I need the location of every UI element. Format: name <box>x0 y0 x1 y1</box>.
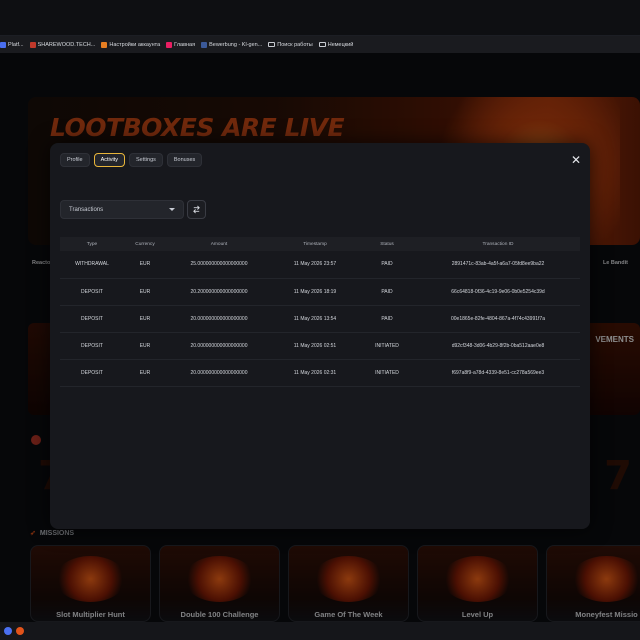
page-icon <box>101 41 108 48</box>
header-amount: Amount <box>210 241 228 247</box>
cell-amount: 25.000000000000000000 <box>166 251 272 279</box>
activity-type-select[interactable]: Transactions <box>60 200 184 219</box>
cell-transaction-id: f697a8f9-a78d-4339-8e51-cc278a569ee3 <box>416 359 580 387</box>
sort-button[interactable] <box>187 200 206 219</box>
transactions-table: Type Currency Amount Timestamp Status Tr… <box>60 237 580 387</box>
header-timestamp: Timestamp <box>303 241 327 247</box>
browser-titlebar <box>0 0 640 36</box>
cell-timestamp: 11 May 2026 18:19 <box>272 278 358 306</box>
folder-icon <box>268 42 276 47</box>
cell-transaction-id: 00e1865e-82fe-4804-867a-4f74c43991f7a <box>416 305 580 333</box>
bookmarks-bar: Platf... SHAREWOOD.TECH... Настройки акк… <box>0 36 640 53</box>
table-row: DEPOSIT EUR 20.200000000000000000 11 May… <box>60 278 580 306</box>
bookmark-label: Bewerbung - Kl-gen... <box>209 41 263 48</box>
swap-icon <box>193 205 200 214</box>
table-header-row: Type Currency Amount Timestamp Status Tr… <box>60 237 580 251</box>
cell-currency: EUR <box>124 251 166 279</box>
cell-transaction-id: d92cf348-3d06-4b29-8f2b-0ba512aae0e8 <box>416 332 580 360</box>
cell-timestamp: 11 May 2026 02:51 <box>272 332 358 360</box>
page-icon <box>29 41 36 48</box>
header-type: Type <box>86 241 98 247</box>
tab-settings[interactable]: Settings <box>129 153 163 167</box>
cell-type: DEPOSIT <box>60 305 124 333</box>
table-row: DEPOSIT EUR 20.000000000000000000 11 May… <box>60 305 580 333</box>
cell-timestamp: 11 May 2026 02:31 <box>272 359 358 387</box>
cell-currency: EUR <box>124 332 166 360</box>
taskbar <box>0 622 640 640</box>
bookmark-5[interactable]: Bewerbung - Kl-gen... <box>201 41 263 48</box>
cell-status: PAID <box>358 251 416 279</box>
bookmark-label: SHAREWOOD.TECH... <box>37 41 96 48</box>
cell-status: PAID <box>358 278 416 306</box>
bookmark-label: Немецкий <box>327 41 354 48</box>
close-icon[interactable]: ✕ <box>570 154 582 166</box>
cell-type: DEPOSIT <box>60 332 124 360</box>
cell-amount: 20.000000000000000000 <box>166 332 272 360</box>
cell-type: DEPOSIT <box>60 359 124 387</box>
bookmark-2[interactable]: SHAREWOOD.TECH... <box>29 41 96 48</box>
select-value: Transactions <box>69 206 104 213</box>
cell-timestamp: 11 May 2026 23:57 <box>272 251 358 279</box>
cell-status: INITIATED <box>358 359 416 387</box>
cell-amount: 20.000000000000000000 <box>166 305 272 333</box>
page-icon <box>201 41 208 48</box>
header-currency: Currency <box>135 241 155 247</box>
cell-transaction-id: 2891471c-83ab-4a5f-a6a7-05fd8ee9ba22 <box>416 251 580 279</box>
table-row: WITHDRAWAL EUR 25.000000000000000000 11 … <box>60 251 580 279</box>
bookmark-3[interactable]: Настройки аккаунта <box>101 41 161 48</box>
cell-type: WITHDRAWAL <box>60 251 124 279</box>
app-icon[interactable] <box>4 627 12 635</box>
table-row: DEPOSIT EUR 20.000000000000000000 11 May… <box>60 359 580 387</box>
tab-activity[interactable]: Activity <box>93 153 126 167</box>
bookmark-folder-1[interactable]: Поиск работы <box>268 41 313 48</box>
tab-bonuses[interactable]: Bonuses <box>166 153 203 167</box>
chevron-down-icon <box>169 208 175 211</box>
app-icon[interactable] <box>16 627 24 635</box>
cell-status: INITIATED <box>358 332 416 360</box>
cell-timestamp: 11 May 2026 13:54 <box>272 305 358 333</box>
bookmark-label: Главная <box>174 41 196 48</box>
tab-profile[interactable]: Profile <box>60 153 90 167</box>
cell-transaction-id: 66c64818-0f36-4c19-9e06-0b0e5254c39d <box>416 278 580 306</box>
modal-tabs: Profile Activity Settings Bonuses <box>60 153 203 167</box>
page-icon <box>166 41 173 48</box>
bookmark-label: Platf... <box>8 41 24 48</box>
bookmark-label: Поиск работы <box>277 41 313 48</box>
cell-amount: 20.200000000000000000 <box>166 278 272 306</box>
account-modal: Profile Activity Settings Bonuses ✕ Tran… <box>50 143 590 529</box>
cell-currency: EUR <box>124 305 166 333</box>
table-row: DEPOSIT EUR 20.000000000000000000 11 May… <box>60 332 580 360</box>
folder-icon <box>318 42 326 47</box>
cell-currency: EUR <box>124 359 166 387</box>
bookmark-folder-2[interactable]: Немецкий <box>318 41 354 48</box>
bookmark-4[interactable]: Главная <box>166 41 196 48</box>
bookmark-1[interactable]: Platf... <box>0 41 24 48</box>
cell-currency: EUR <box>124 278 166 306</box>
header-transaction-id: Transaction ID <box>482 241 514 247</box>
cell-type: DEPOSIT <box>60 278 124 306</box>
page-icon <box>0 41 6 48</box>
header-status: Status <box>380 241 394 247</box>
bookmark-label: Настройки аккаунта <box>109 41 161 48</box>
cell-status: PAID <box>358 305 416 333</box>
cell-amount: 20.000000000000000000 <box>166 359 272 387</box>
